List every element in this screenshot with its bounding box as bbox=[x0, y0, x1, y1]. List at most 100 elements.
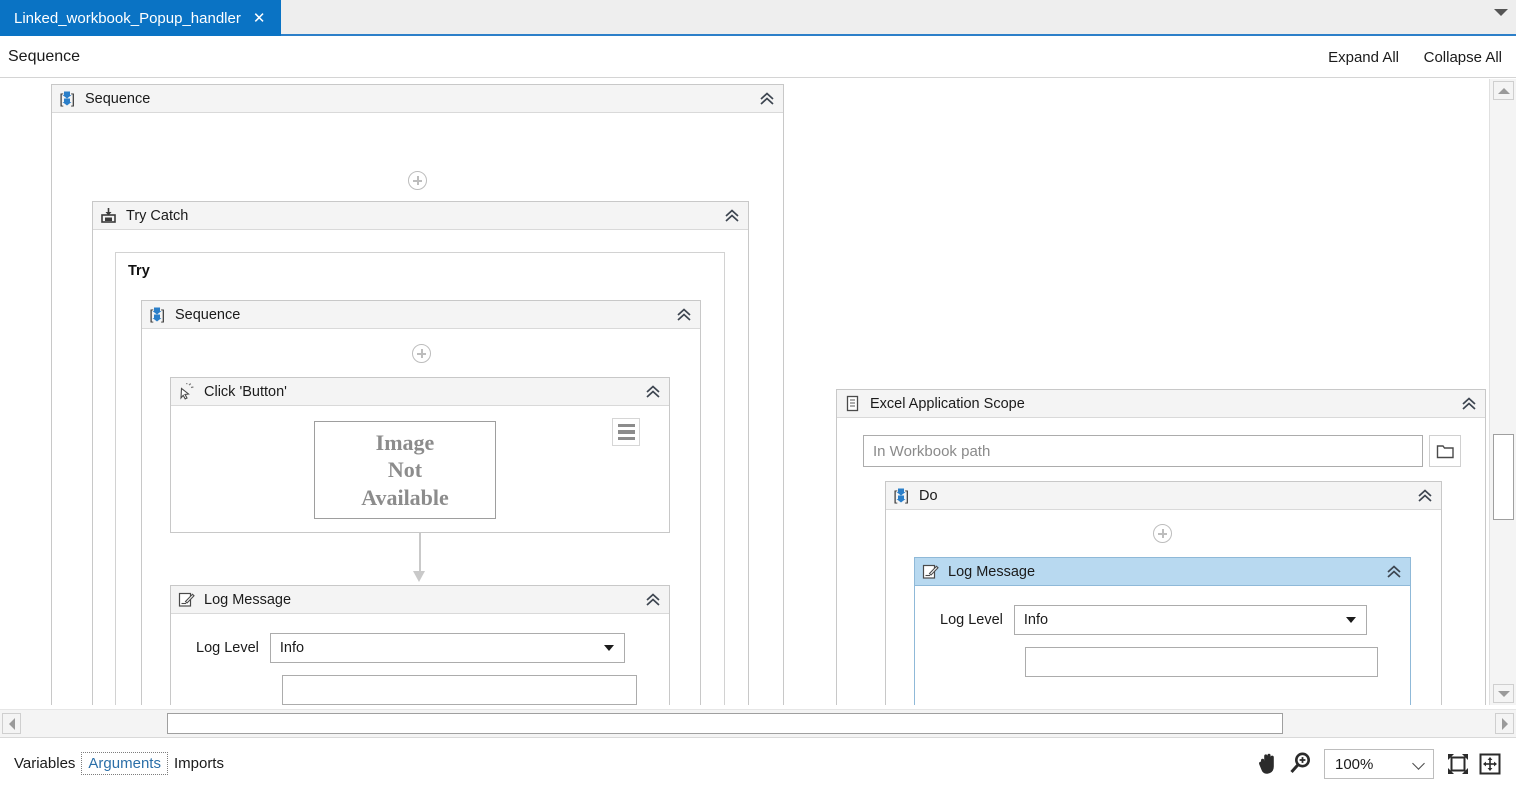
scroll-left-button[interactable] bbox=[2, 713, 21, 734]
chevron-down-icon bbox=[1412, 757, 1425, 770]
svg-text:[: [ bbox=[60, 91, 64, 107]
collapse-chevron-icon[interactable] bbox=[645, 384, 661, 400]
sequence-icon: [ ] bbox=[893, 487, 910, 504]
activity-header[interactable]: Log Message bbox=[915, 558, 1410, 586]
arrow-up-icon bbox=[1497, 87, 1510, 94]
log-message-icon bbox=[922, 563, 939, 580]
overview-icon[interactable] bbox=[1474, 748, 1506, 780]
try-catch-icon bbox=[100, 207, 117, 224]
arrow-right-icon bbox=[1501, 717, 1508, 730]
add-activity-button-root[interactable] bbox=[408, 171, 427, 190]
log-level-select[interactable]: Info bbox=[269, 633, 625, 663]
zoom-controls: 100% bbox=[1252, 748, 1506, 780]
breadcrumb[interactable]: Sequence bbox=[8, 48, 80, 66]
sequence-icon: [ ] bbox=[149, 306, 166, 323]
svg-text:]: ] bbox=[161, 307, 165, 323]
scroll-up-button[interactable] bbox=[1493, 81, 1514, 100]
placeholder-line-1: Image bbox=[375, 429, 435, 455]
collapse-all-button[interactable]: Collapse All bbox=[1424, 49, 1502, 66]
tab-variables[interactable]: Variables bbox=[8, 753, 81, 774]
collapse-chevron-icon[interactable] bbox=[1461, 396, 1477, 412]
scroll-down-button[interactable] bbox=[1493, 684, 1514, 703]
hamburger-icon[interactable] bbox=[612, 418, 640, 446]
activity-title: Excel Application Scope bbox=[870, 395, 1025, 412]
activity-do-block[interactable]: [ ] Do Log Message Log Level Info bbox=[885, 481, 1442, 705]
activity-title: Click 'Button' bbox=[204, 383, 287, 400]
folder-icon bbox=[1436, 444, 1454, 458]
close-icon[interactable]: ✕ bbox=[253, 10, 266, 26]
activity-click-button[interactable]: Click 'Button' Image Not Available bbox=[170, 377, 670, 533]
collapse-chevron-icon[interactable] bbox=[676, 307, 692, 323]
collapse-chevron-icon[interactable] bbox=[724, 208, 740, 224]
zoom-level-select[interactable]: 100% bbox=[1324, 749, 1434, 779]
log-level-row: Log Level Info bbox=[196, 633, 625, 663]
try-branch-label: Try bbox=[128, 263, 150, 279]
log-message-text-field[interactable] bbox=[1025, 647, 1378, 677]
activity-title: Sequence bbox=[85, 90, 151, 107]
fit-to-screen-icon[interactable] bbox=[1442, 748, 1474, 780]
add-activity-button-try[interactable] bbox=[412, 344, 431, 363]
add-activity-button-do[interactable] bbox=[1153, 524, 1172, 543]
workbook-path-input[interactable]: In Workbook path bbox=[863, 435, 1423, 467]
activity-log-message-do[interactable]: Log Message Log Level Info bbox=[914, 557, 1411, 705]
log-level-row: Log Level Info bbox=[940, 605, 1367, 635]
click-icon bbox=[178, 383, 195, 400]
workflow-canvas[interactable]: [ ] Sequence Try Catch Try [] Sequence … bbox=[0, 79, 1489, 705]
breadcrumb-bar: Sequence Expand All Collapse All bbox=[0, 38, 1516, 78]
collapse-chevron-icon[interactable] bbox=[759, 91, 775, 107]
activity-header[interactable]: [ ] Sequence bbox=[142, 301, 700, 329]
log-level-value: Info bbox=[1023, 612, 1049, 628]
activity-excel-application-scope[interactable]: Excel Application Scope In Workbook path bbox=[836, 389, 1486, 705]
activity-header[interactable]: [ ] Do bbox=[886, 482, 1441, 510]
chevron-down-icon[interactable] bbox=[1494, 9, 1508, 16]
vertical-scrollbar[interactable] bbox=[1489, 79, 1516, 705]
activity-sequence-try[interactable]: [ ] Sequence Click 'Button' Image Not Av… bbox=[141, 300, 701, 705]
browse-folder-button[interactable] bbox=[1429, 435, 1461, 467]
sequence-icon: [ ] bbox=[59, 90, 76, 107]
log-level-label: Log Level bbox=[940, 612, 1003, 628]
tab-arguments[interactable]: Arguments bbox=[81, 752, 168, 775]
arrow-down-icon bbox=[1497, 690, 1510, 697]
document-tab-label: Linked_workbook_Popup_handler bbox=[14, 9, 241, 27]
activity-title: Do bbox=[919, 487, 938, 504]
chevron-down-icon bbox=[603, 645, 614, 651]
document-tab[interactable]: Linked_workbook_Popup_handler ✕ bbox=[0, 0, 281, 36]
svg-text:[: [ bbox=[894, 488, 898, 504]
log-level-label: Log Level bbox=[196, 640, 259, 656]
collapse-chevron-icon[interactable] bbox=[1386, 564, 1402, 580]
log-message-text-field[interactable] bbox=[282, 675, 637, 705]
activity-log-message-try[interactable]: Log Message Log Level Info bbox=[170, 585, 670, 705]
activity-header[interactable]: Click 'Button' bbox=[171, 378, 669, 406]
scroll-right-button[interactable] bbox=[1495, 713, 1514, 734]
activity-title: Log Message bbox=[204, 591, 292, 608]
hand-icon[interactable] bbox=[1252, 748, 1284, 780]
activity-sequence-root[interactable]: [ ] Sequence Try Catch Try [] Sequence … bbox=[51, 84, 784, 705]
svg-text:]: ] bbox=[905, 488, 909, 504]
activity-try-catch[interactable]: Try Catch Try [] Sequence Click 'Button… bbox=[92, 201, 749, 705]
activity-header[interactable]: Log Message bbox=[171, 586, 669, 614]
svg-text:[: [ bbox=[150, 307, 154, 323]
expand-all-button[interactable]: Expand All bbox=[1328, 49, 1399, 66]
svg-text:]: ] bbox=[71, 91, 75, 107]
activity-title: Log Message bbox=[948, 563, 1036, 580]
target-image-placeholder[interactable]: Image Not Available bbox=[314, 421, 496, 519]
activity-header[interactable]: Try Catch bbox=[93, 202, 748, 230]
vertical-scroll-thumb[interactable] bbox=[1493, 434, 1514, 520]
status-bar: Variables Arguments Imports 100% bbox=[0, 737, 1516, 789]
activity-title: Try Catch bbox=[126, 207, 189, 224]
activity-header[interactable]: [ ] Sequence bbox=[52, 85, 783, 113]
horizontal-scroll-thumb[interactable] bbox=[167, 713, 1283, 734]
placeholder-line-3: Available bbox=[361, 484, 449, 510]
activity-header[interactable]: Excel Application Scope bbox=[837, 390, 1485, 418]
log-level-select[interactable]: Info bbox=[1013, 605, 1367, 635]
horizontal-scrollbar[interactable] bbox=[0, 709, 1516, 737]
tab-imports[interactable]: Imports bbox=[168, 753, 230, 774]
zoom-level-value: 100% bbox=[1335, 755, 1374, 773]
magnifier-plus-icon[interactable] bbox=[1284, 748, 1316, 780]
collapse-chevron-icon[interactable] bbox=[1417, 488, 1433, 504]
log-level-value: Info bbox=[279, 640, 305, 656]
chevron-down-icon bbox=[1345, 617, 1356, 623]
tab-bar: Linked_workbook_Popup_handler ✕ bbox=[0, 0, 1516, 36]
collapse-chevron-icon[interactable] bbox=[645, 592, 661, 608]
try-branch-container[interactable]: Try [ ] Sequence Click 'Button' Image No… bbox=[115, 252, 725, 705]
